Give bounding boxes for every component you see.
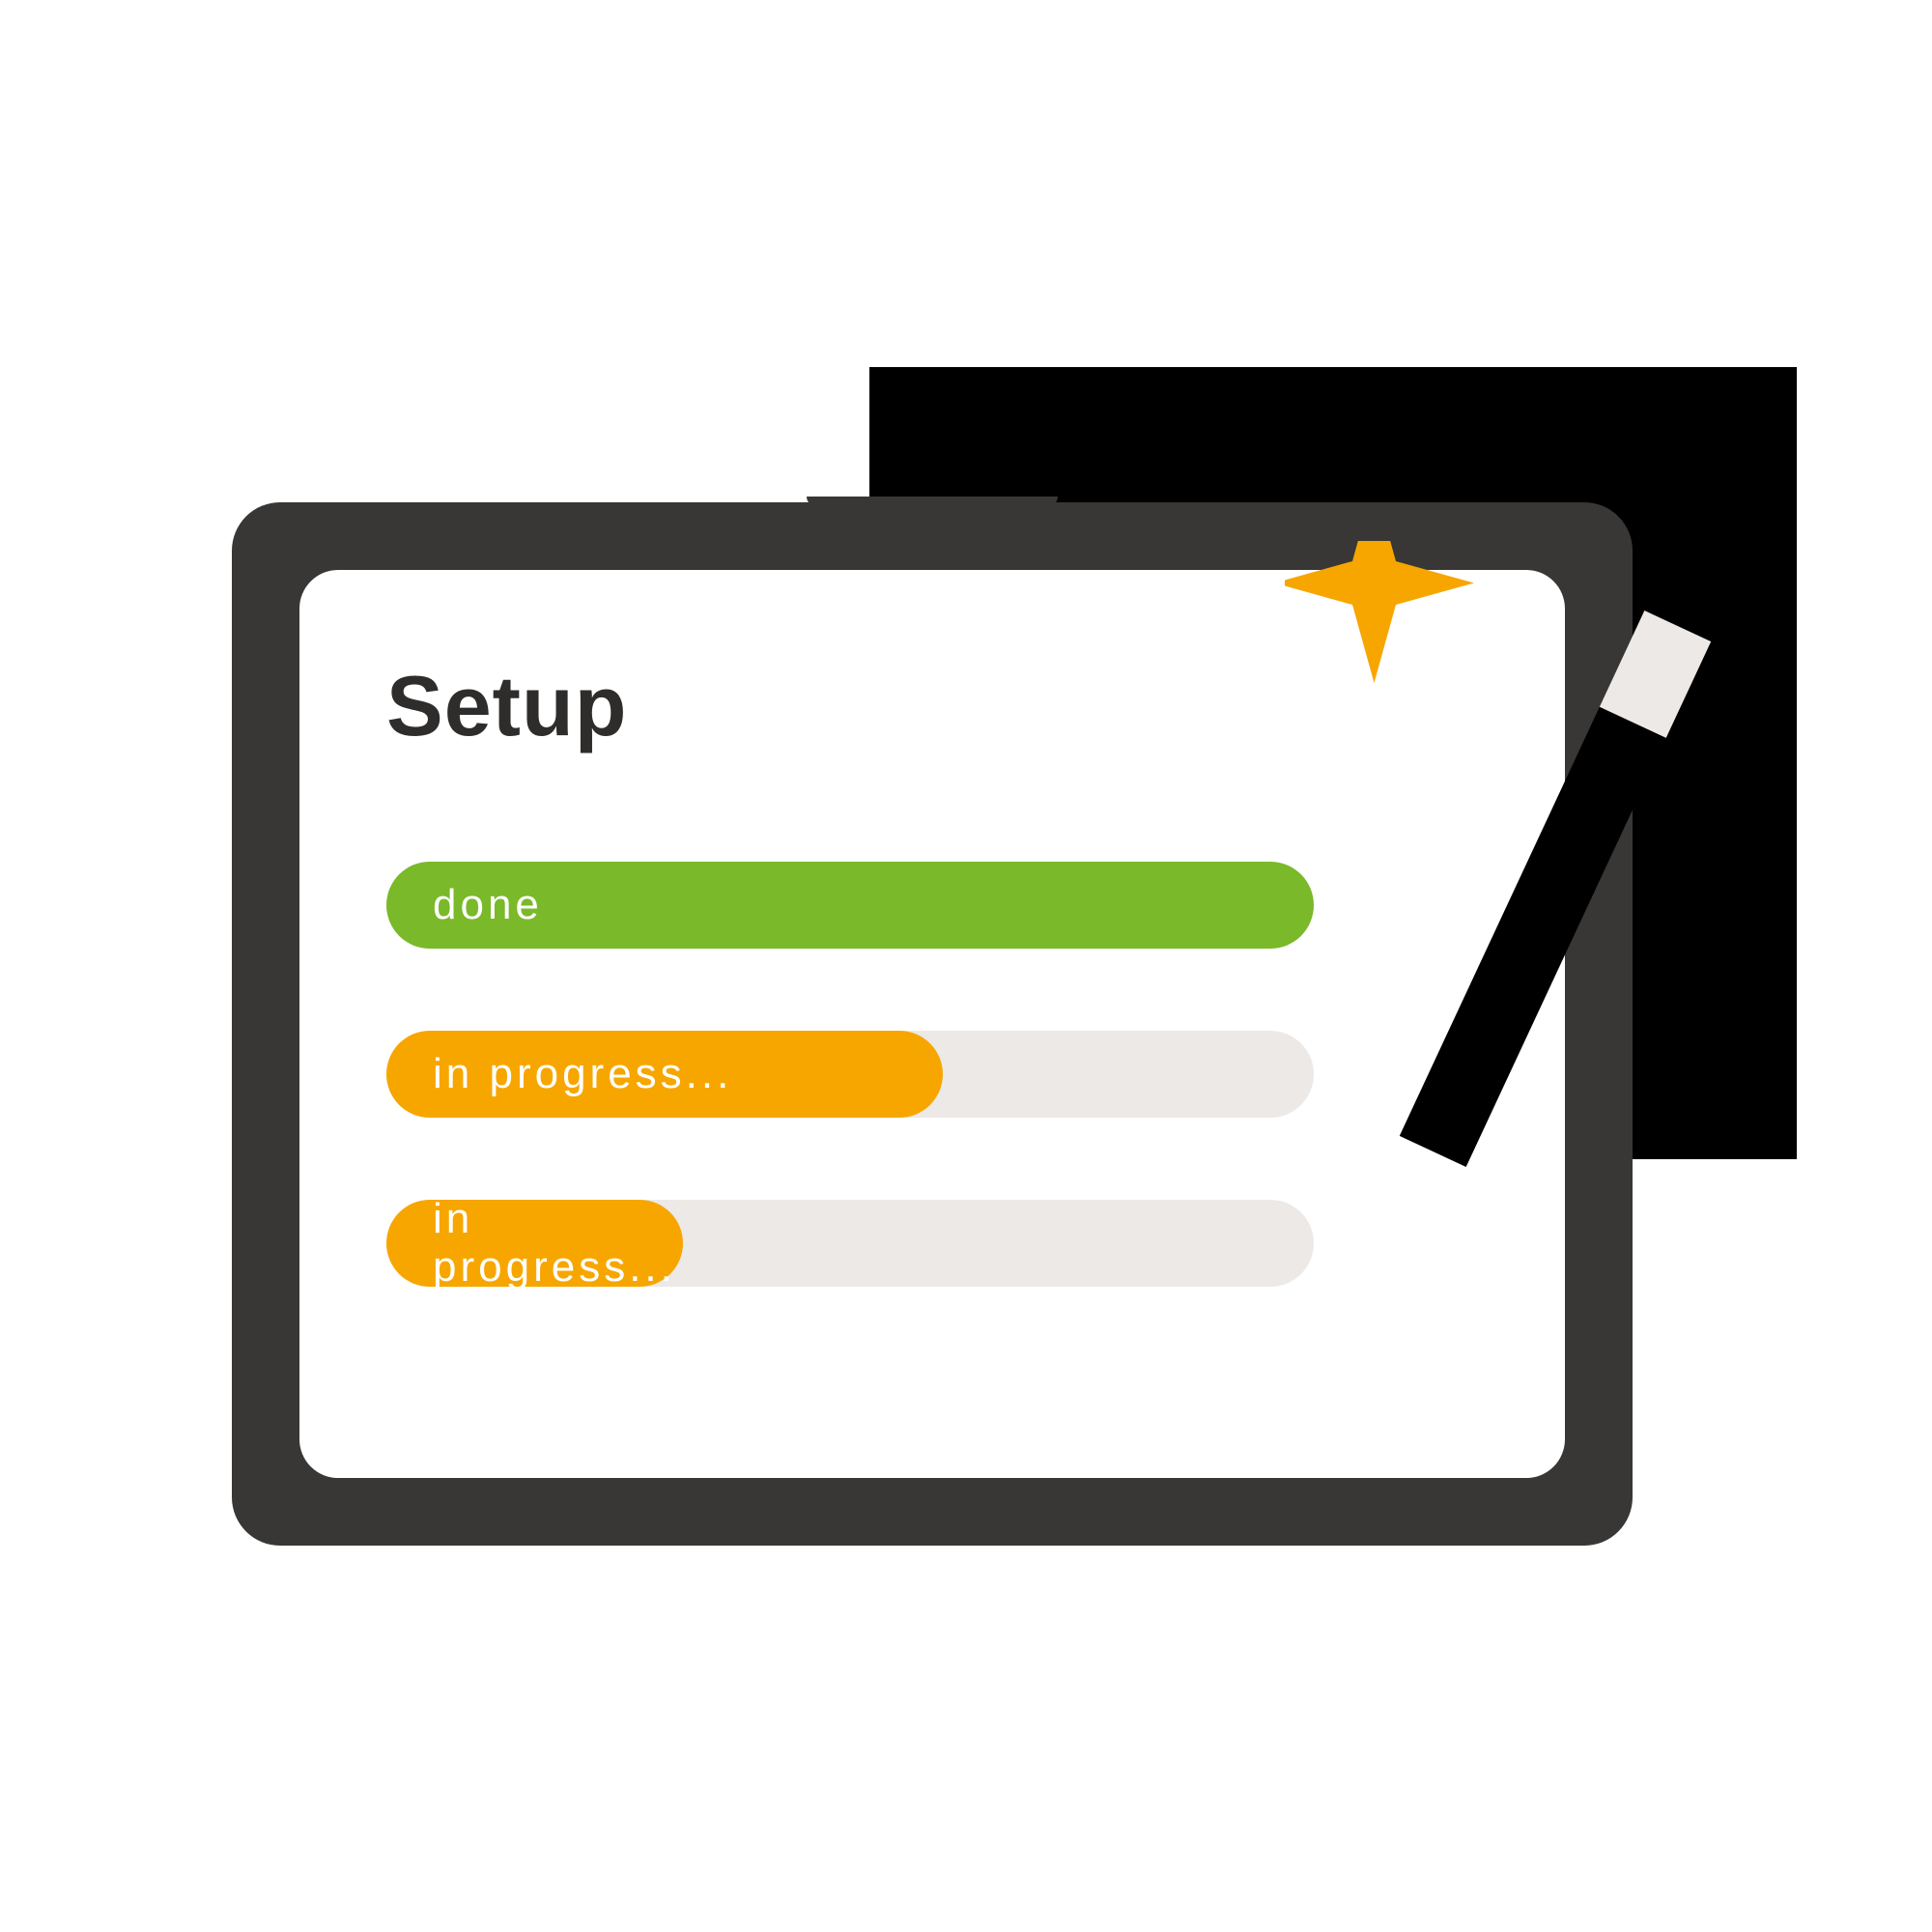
- tablet-notch: [807, 497, 1058, 506]
- tablet-frame: Setup done in progress...: [232, 502, 1633, 1546]
- progress-fill-done: done: [386, 862, 1314, 949]
- stage: Setup done in progress...: [0, 0, 1932, 1932]
- progress-label: in progress...: [433, 1195, 683, 1292]
- progress-list: done in progress... in progress...: [386, 862, 1478, 1287]
- progress-fill-in-progress: in progress...: [386, 1031, 943, 1118]
- page-title: Setup: [386, 657, 1478, 755]
- progress-fill-in-progress: in progress...: [386, 1200, 683, 1287]
- progress-row-done: done: [386, 862, 1314, 949]
- progress-row-in-progress-2: in progress...: [386, 1200, 1314, 1287]
- tablet-screen: Setup done in progress...: [299, 570, 1565, 1478]
- progress-label: done: [433, 881, 543, 929]
- progress-row-in-progress-1: in progress...: [386, 1031, 1314, 1118]
- progress-label: in progress...: [433, 1050, 732, 1098]
